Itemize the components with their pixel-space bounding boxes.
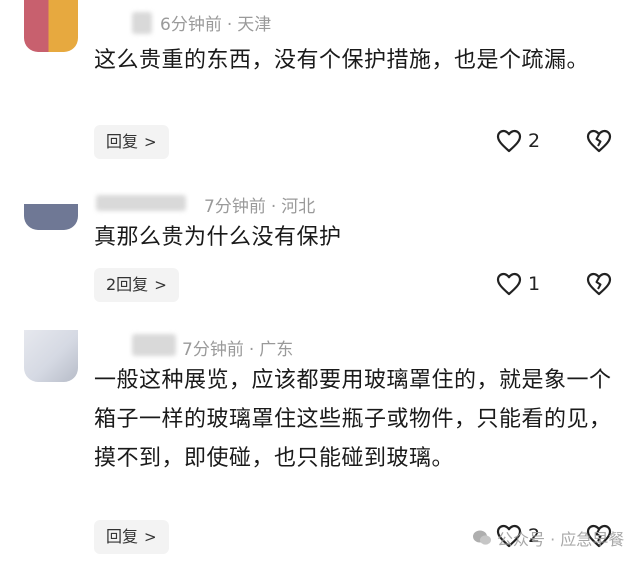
comment-time: 7分钟前 — [204, 197, 266, 217]
comment-meta: 7分钟前 · 广东 — [182, 340, 294, 360]
reply-label: 回复 — [106, 527, 139, 546]
comment-location: 河北 — [281, 197, 316, 217]
comment-text: 这么贵重的东西，没有个保护措施，也是个疏漏。 — [94, 48, 590, 73]
like-count: 1 — [528, 273, 541, 295]
dislike-button[interactable] — [586, 129, 612, 157]
watermark: 公众号 · 应急早餐 — [472, 526, 624, 550]
reply-label: 2回复 — [106, 275, 149, 294]
like-count: 2 — [528, 130, 541, 152]
comment-meta: 7分钟前 · 河北 — [204, 197, 316, 217]
comment-text: 真那么贵为什么没有保护 — [94, 225, 342, 250]
comment-time: 7分钟前 — [182, 340, 244, 360]
comment-meta: 6分钟前 · 天津 — [160, 15, 272, 35]
chevron-right-icon: > — [144, 528, 157, 546]
dislike-button[interactable] — [586, 272, 612, 300]
broken-heart-icon — [586, 272, 612, 296]
chevron-right-icon: > — [144, 133, 157, 151]
comment-location: 广东 — [259, 340, 294, 360]
reply-button[interactable]: 回复 > — [94, 520, 169, 554]
watermark-text: 公众号 · 应急早餐 — [497, 530, 625, 549]
reply-button[interactable]: 回复 > — [94, 125, 169, 159]
username-blurred[interactable] — [132, 334, 176, 356]
comment-location: 天津 — [237, 15, 272, 35]
avatar[interactable] — [24, 330, 78, 382]
like-button[interactable]: 2 — [496, 129, 540, 153]
wechat-icon — [473, 530, 491, 545]
comment-time: 6分钟前 — [160, 15, 222, 35]
like-button[interactable]: 1 — [496, 272, 540, 296]
comment-text: 一般这种展览，应该都要用玻璃罩住的，就是象一个箱子一样的玻璃罩住这些瓶子或物件，… — [94, 368, 612, 471]
heart-icon — [496, 272, 522, 296]
chevron-right-icon: > — [154, 276, 167, 294]
avatar[interactable] — [24, 0, 78, 52]
broken-heart-icon — [586, 129, 612, 153]
username-blurred[interactable] — [96, 195, 186, 211]
username-blurred[interactable] — [132, 12, 152, 34]
heart-icon — [496, 129, 522, 153]
avatar[interactable] — [24, 204, 78, 230]
reply-button[interactable]: 2回复 > — [94, 268, 179, 302]
reply-label: 回复 — [106, 132, 139, 151]
